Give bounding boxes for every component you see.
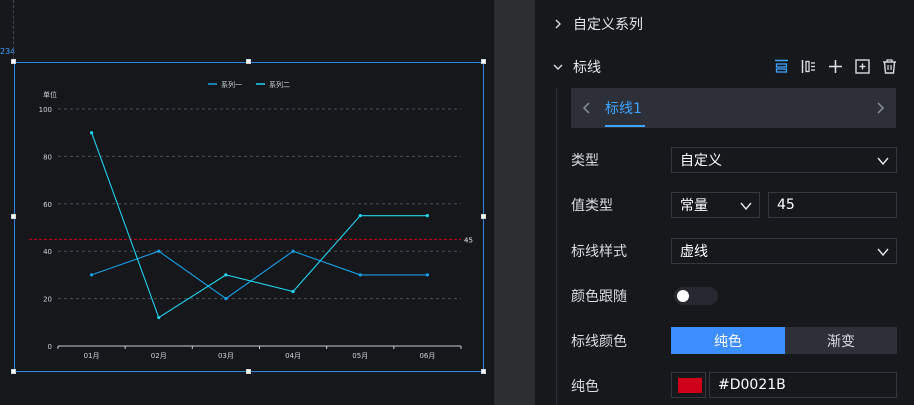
chevron-down-icon: [877, 248, 889, 257]
align-top-icon[interactable]: [773, 58, 790, 75]
y-tick-label: 100: [39, 106, 52, 114]
data-point: [425, 273, 430, 277]
resize-handle-top-right[interactable]: [481, 59, 486, 64]
type-label: 类型: [571, 153, 599, 169]
value-type-select[interactable]: 常量: [671, 192, 760, 218]
tab-markline-1[interactable]: 标线1: [605, 98, 642, 118]
color-picker[interactable]: [671, 372, 706, 398]
type-select[interactable]: 自定义: [671, 147, 897, 173]
tab-active-indicator: [605, 125, 645, 127]
trash-icon[interactable]: [881, 58, 898, 75]
y-tick-label: 40: [43, 248, 52, 256]
chevron-left-icon[interactable]: [579, 100, 595, 116]
markline-toolbar: [773, 58, 898, 75]
data-point: [157, 249, 161, 253]
add-icon[interactable]: [827, 58, 844, 75]
series-line: [91, 132, 428, 319]
legend-label: 系列一: [221, 80, 242, 89]
y-tick-label: 60: [43, 201, 52, 209]
toggle-knob: [677, 290, 689, 302]
data-point: [89, 131, 94, 135]
resize-handle-top-left[interactable]: [11, 59, 16, 64]
chevron-down-icon: [553, 64, 563, 70]
type-select-value: 自定义: [680, 153, 722, 169]
series-line: [91, 250, 428, 300]
resize-handle-bottom-right[interactable]: [481, 369, 486, 374]
chevron-down-icon: [740, 202, 752, 211]
y-tick-label: 20: [43, 296, 52, 304]
panel-gutter: [494, 0, 535, 405]
section-indent-line: [556, 88, 557, 405]
solid-color-label: 纯色: [571, 379, 599, 395]
editor-canvas[interactable]: 234 0 20 40 60 80 100 单位 01月 02月 03月 04月 05月 06月 45 系列…: [0, 0, 494, 405]
y-axis-unit-label: 单位: [43, 90, 57, 99]
guide-line: [13, 0, 14, 60]
chevron-right-icon: [555, 19, 561, 29]
markline-value-label: 45: [464, 236, 473, 244]
color-follow-toggle[interactable]: [674, 287, 718, 305]
line-color-mode: 纯色 渐变: [671, 327, 897, 354]
x-tick-label: 02月: [151, 352, 167, 360]
x-tick-label: 03月: [218, 352, 234, 360]
settings-panel: 自定义系列 标线 标线1 类型 自定义 值类型 常量 45 标线样式 虚线 颜色…: [535, 0, 914, 405]
section-title: 自定义系列: [573, 17, 643, 33]
line-style-label: 标线样式: [571, 244, 627, 260]
value-type-select-value: 常量: [680, 198, 708, 214]
x-tick-label: 01月: [84, 352, 100, 360]
line-chart: 0 20 40 60 80 100 单位 01月 02月 03月 04月 05月 06月 45 系列一 系列二: [29, 80, 473, 360]
y-tick-label: 80: [43, 153, 52, 161]
data-point: [291, 249, 295, 253]
section-custom-series[interactable]: 自定义系列: [535, 10, 643, 38]
color-mode-solid-button[interactable]: 纯色: [671, 327, 785, 354]
align-left-icon[interactable]: [800, 58, 817, 75]
resize-handle-left[interactable]: [11, 214, 16, 219]
chevron-right-icon[interactable]: [872, 100, 888, 116]
data-point: [358, 273, 362, 277]
copy-icon[interactable]: [854, 58, 871, 75]
color-follow-label: 颜色跟随: [571, 289, 627, 305]
resize-handle-bottom[interactable]: [246, 369, 251, 374]
color-mode-gradient-button[interactable]: 渐变: [785, 327, 897, 354]
data-point: [425, 214, 430, 218]
section-title: 标线: [573, 60, 601, 76]
line-style-select-value: 虚线: [680, 244, 708, 260]
resize-handle-bottom-left[interactable]: [11, 369, 16, 374]
data-point: [89, 273, 94, 277]
x-tick-label: 04月: [285, 352, 301, 360]
legend-label: 系列二: [269, 80, 290, 89]
data-point: [224, 297, 228, 301]
value-type-label: 值类型: [571, 198, 613, 214]
data-point: [358, 214, 362, 218]
chevron-down-icon: [877, 157, 889, 166]
x-tick-label: 06月: [419, 352, 435, 360]
color-hex-value: #D0021B: [718, 377, 786, 393]
value-input[interactable]: 45: [768, 192, 897, 218]
data-point: [224, 273, 228, 277]
data-point: [157, 315, 161, 320]
section-markline[interactable]: 标线: [535, 53, 601, 81]
y-tick-label: 0: [48, 343, 52, 351]
line-color-label: 标线颜色: [571, 334, 627, 350]
line-style-select[interactable]: 虚线: [671, 238, 897, 264]
data-point: [291, 289, 295, 294]
color-swatch: [678, 378, 702, 393]
chart-component-frame[interactable]: 0 20 40 60 80 100 单位 01月 02月 03月 04月 05月 06月 45 系列一 系列二: [14, 62, 484, 372]
color-hex-input[interactable]: #D0021B: [709, 372, 897, 398]
value-input-text: 45: [777, 197, 795, 213]
markline-tabs: 标线1: [571, 88, 896, 128]
resize-handle-right[interactable]: [481, 214, 486, 219]
x-tick-label: 05月: [352, 352, 368, 360]
resize-handle-top[interactable]: [246, 59, 251, 64]
